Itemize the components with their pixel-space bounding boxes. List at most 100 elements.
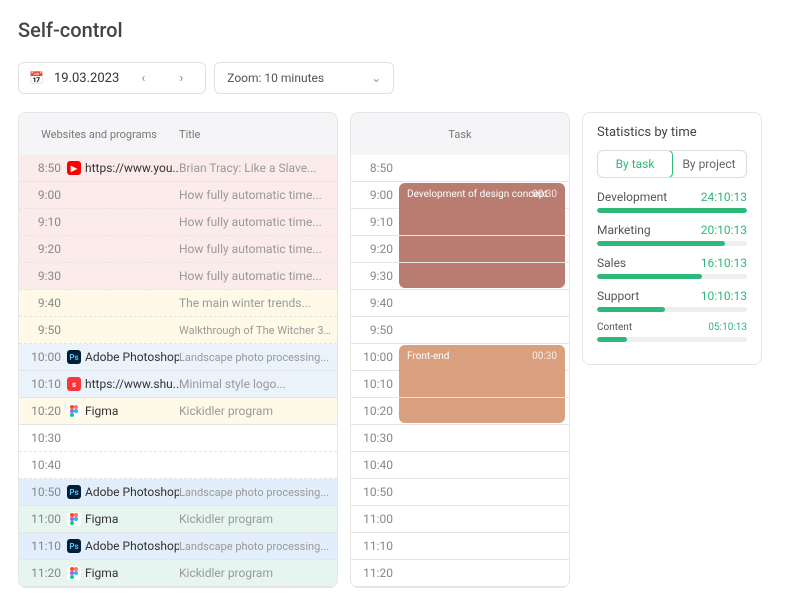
task-row[interactable]: 11:20 <box>351 560 569 587</box>
website-label: PsAdobe Photoshop <box>67 539 179 553</box>
next-day-button[interactable]: › <box>167 64 195 92</box>
time-label: 11:00 <box>351 512 399 526</box>
title-label: Landscape photo processing... <box>179 351 337 364</box>
activity-row[interactable]: 8:50▶https://www.you...Brian Tracy: Like… <box>19 155 337 182</box>
youtube-icon: ▶ <box>67 161 81 175</box>
activity-row[interactable]: 11:20FigmaKickidler program <box>19 560 337 587</box>
stat-name: Sales <box>597 256 626 270</box>
photoshop-icon: Ps <box>67 485 81 499</box>
activity-header: Websites and programs Title <box>19 113 337 155</box>
time-label: 9:10 <box>351 215 399 229</box>
time-label: 9:20 <box>351 242 399 256</box>
time-label: 10:20 <box>19 404 67 418</box>
task-name: Front-end <box>407 351 449 362</box>
task-name: Development of design concept <box>407 189 548 200</box>
activity-row[interactable]: 10:30 <box>19 425 337 452</box>
time-label: 10:20 <box>351 404 399 418</box>
task-row[interactable]: 10:50 <box>351 479 569 506</box>
activity-row[interactable]: 9:10 How fully automatic time... <box>19 209 337 236</box>
stat-item: Development 24:10:13 <box>597 190 747 213</box>
time-label: 9:10 <box>19 215 67 229</box>
time-label: 11:10 <box>19 539 67 553</box>
time-label: 9:30 <box>351 269 399 283</box>
time-label: 9:00 <box>19 188 67 202</box>
title-label: Kickidler program <box>179 404 337 418</box>
figma-icon <box>67 566 81 580</box>
col-websites: Websites and programs <box>19 128 179 141</box>
activity-row[interactable]: 9:20How fully automatic time... <box>19 236 337 263</box>
time-label: 11:10 <box>351 539 399 553</box>
title-label: How fully automatic time... <box>179 215 337 229</box>
activity-row[interactable]: 10:10shttps://www.shu...Minimal style lo… <box>19 371 337 398</box>
activity-row[interactable]: 11:10PsAdobe PhotoshopLandscape photo pr… <box>19 533 337 560</box>
task-row[interactable]: 9:10 <box>351 209 569 236</box>
activity-row[interactable]: 9:50Walkthrough of The Witcher 3... <box>19 317 337 344</box>
activity-row[interactable]: 10:50PsAdobe PhotoshopLandscape photo pr… <box>19 479 337 506</box>
stat-name: Development <box>597 190 667 204</box>
task-row[interactable]: 11:10 <box>351 533 569 560</box>
title-label: Brian Tracy: Like a Slave... <box>179 161 337 175</box>
stat-item: Sales16:10:13 <box>597 256 747 279</box>
title-label: How fully automatic time... <box>179 269 337 283</box>
task-row[interactable]: 10:10 <box>351 371 569 398</box>
activity-row[interactable]: 9:00How fully automatic time... <box>19 182 337 209</box>
time-label: 9:40 <box>19 296 67 310</box>
website-label: Figma <box>67 512 179 526</box>
photoshop-icon: Ps <box>67 350 81 364</box>
time-label: 11:00 <box>19 512 67 526</box>
progress-bar <box>597 208 747 213</box>
stat-value: 20:10:13 <box>701 223 747 237</box>
task-duration: 00:30 <box>532 189 557 200</box>
task-row[interactable]: 10:20 <box>351 398 569 425</box>
task-row[interactable]: 9:30 <box>351 263 569 290</box>
task-row[interactable]: 9:20 <box>351 236 569 263</box>
task-panel: Task 8:50 9:00 Development of design conce… <box>350 112 570 588</box>
progress-bar <box>597 241 747 246</box>
time-label: 11:20 <box>19 566 67 580</box>
tab-by-task[interactable]: By task <box>597 150 673 178</box>
time-label: 11:20 <box>351 566 399 580</box>
task-row[interactable]: 10:30 <box>351 425 569 452</box>
task-row[interactable]: 9:50 <box>351 317 569 344</box>
stats-panel: Statistics by time By task By project De… <box>582 112 762 365</box>
title-label: Landscape photo processing... <box>179 540 337 553</box>
toolbar: 📅 19.03.2023 ‹ › Zoom: 10 minutes ⌄ <box>18 62 772 94</box>
zoom-select[interactable]: Zoom: 10 minutes ⌄ <box>214 62 394 94</box>
progress-bar <box>597 274 747 279</box>
shutterstock-icon: s <box>67 377 81 391</box>
time-label: 9:50 <box>351 323 399 337</box>
col-title: Title <box>179 128 337 141</box>
stat-item: Content05:10:13 <box>597 322 747 342</box>
time-label: 10:00 <box>351 350 399 364</box>
time-label: 8:50 <box>351 161 399 175</box>
activity-row[interactable]: 10:20FigmaKickidler program <box>19 398 337 425</box>
task-row[interactable]: 11:00 <box>351 506 569 533</box>
activity-row[interactable]: 10:00PsAdobe PhotoshopLandscape photo pr… <box>19 344 337 371</box>
task-row[interactable]: 8:50 <box>351 155 569 182</box>
activity-panel: Websites and programs Title 8:50▶https:/… <box>18 112 338 588</box>
activity-row[interactable]: 9:40The main winter trends... <box>19 290 337 317</box>
title-label: Minimal style logo... <box>179 377 337 391</box>
photoshop-icon: Ps <box>67 539 81 553</box>
stat-item: Marketing20:10:13 <box>597 223 747 246</box>
task-row[interactable]: 9:40 <box>351 290 569 317</box>
time-label: 10:50 <box>351 485 399 499</box>
time-label: 10:30 <box>351 431 399 445</box>
time-label: 9:00 <box>351 188 399 202</box>
activity-row[interactable]: 10:40 <box>19 452 337 479</box>
prev-day-button[interactable]: ‹ <box>129 64 157 92</box>
time-label: 9:30 <box>19 269 67 283</box>
activity-row[interactable]: 9:30 How fully automatic time... <box>19 263 337 290</box>
stats-title: Statistics by time <box>597 125 747 140</box>
task-row[interactable]: 10:40 <box>351 452 569 479</box>
time-label: 10:30 <box>19 431 67 445</box>
time-label: 10:00 <box>19 350 67 364</box>
stat-value: 24:10:13 <box>701 190 747 204</box>
time-label: 10:10 <box>351 377 399 391</box>
date-picker[interactable]: 📅 19.03.2023 ‹ › <box>18 62 206 94</box>
activity-row[interactable]: 11:00FigmaKickidler program <box>19 506 337 533</box>
website-label: Figma <box>67 404 179 418</box>
stats-tabs: By task By project <box>597 150 747 178</box>
tab-by-project[interactable]: By project <box>672 151 746 177</box>
task-header: Task <box>351 113 569 155</box>
